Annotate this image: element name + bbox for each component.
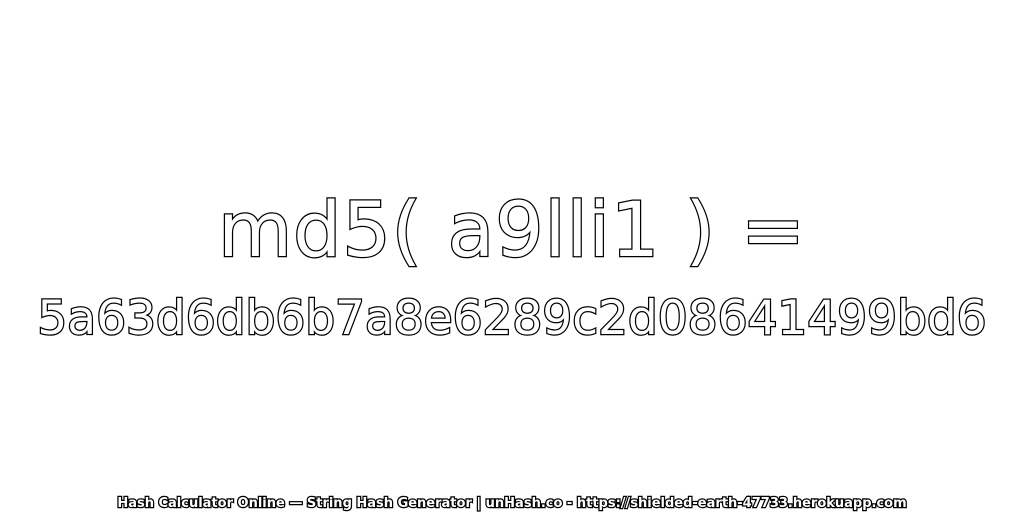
hash-result: 5a63d6db6b7a8e6289c2d08641499bd6	[36, 290, 988, 348]
hash-expression: md5( a9lli1 ) =	[217, 184, 806, 276]
footer-credit: Hash Calculator Online — String Hash Gen…	[116, 495, 908, 512]
